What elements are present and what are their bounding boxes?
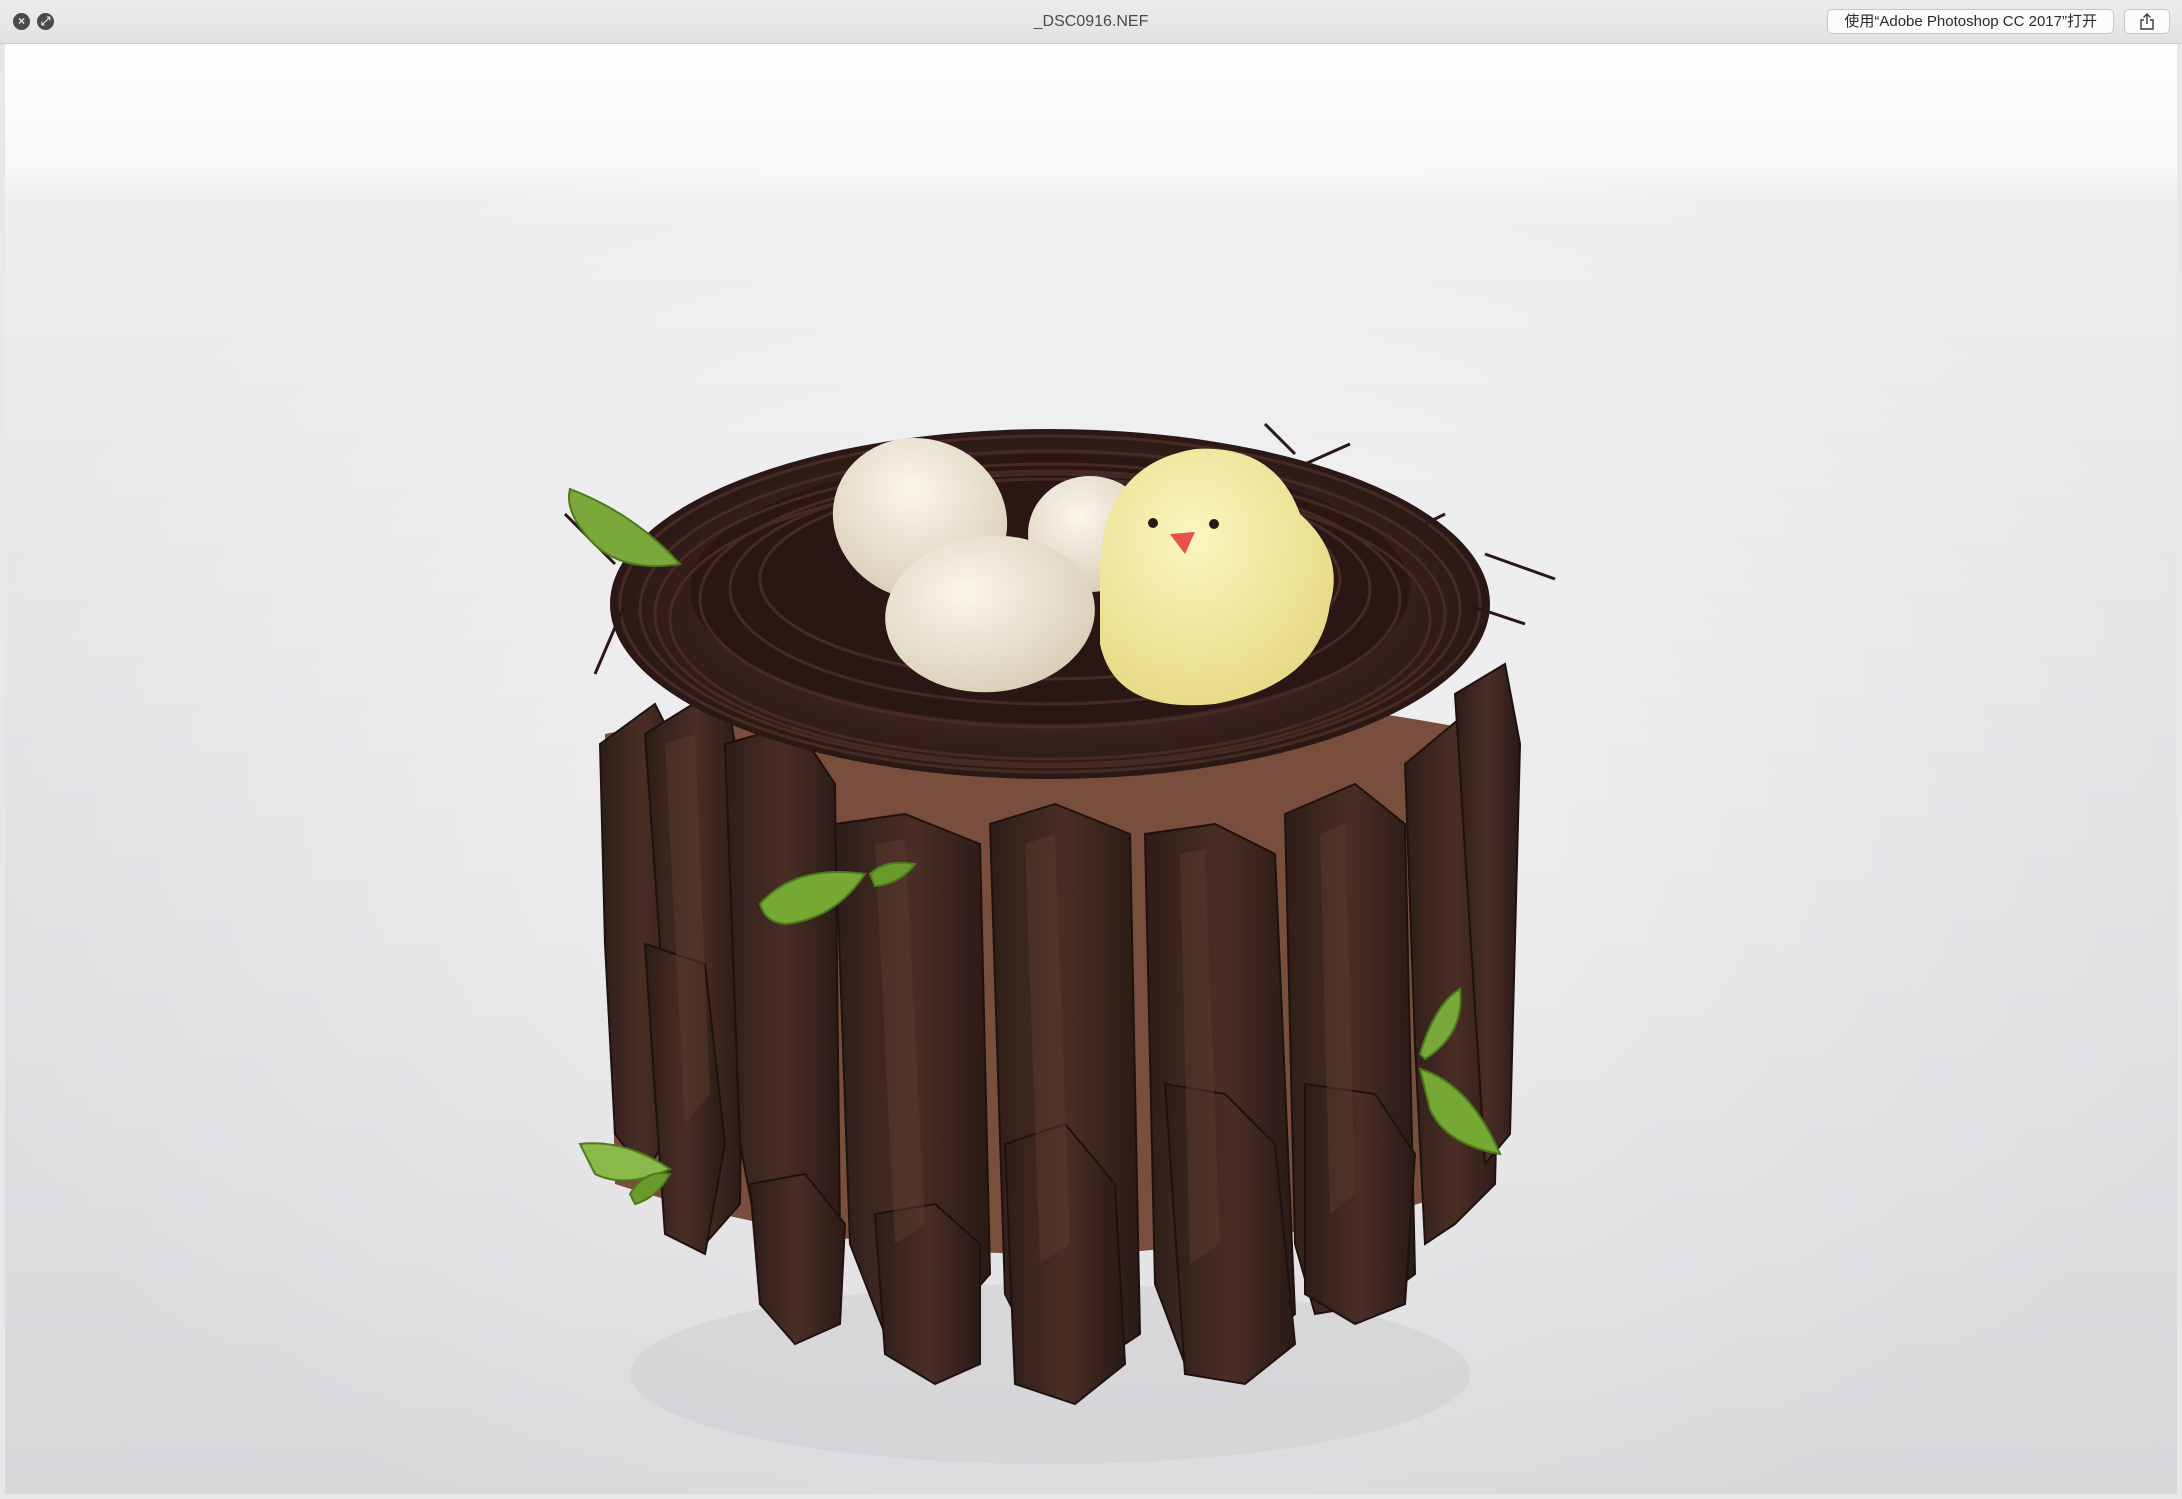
- share-icon: [2140, 13, 2154, 30]
- close-icon[interactable]: ×: [13, 13, 30, 30]
- title-bar: × ⤢ _DSC0916.NEF 使用“Adobe Photoshop CC 2…: [0, 0, 2182, 44]
- photo: [5, 44, 2177, 1494]
- share-button[interactable]: [2124, 9, 2170, 34]
- image-viewer[interactable]: [5, 44, 2177, 1494]
- fullscreen-icon[interactable]: ⤢: [37, 13, 54, 30]
- open-with-photoshop-button[interactable]: 使用“Adobe Photoshop CC 2017”打开: [1827, 9, 2114, 34]
- quicklook-window: × ⤢ _DSC0916.NEF 使用“Adobe Photoshop CC 2…: [0, 0, 2182, 1499]
